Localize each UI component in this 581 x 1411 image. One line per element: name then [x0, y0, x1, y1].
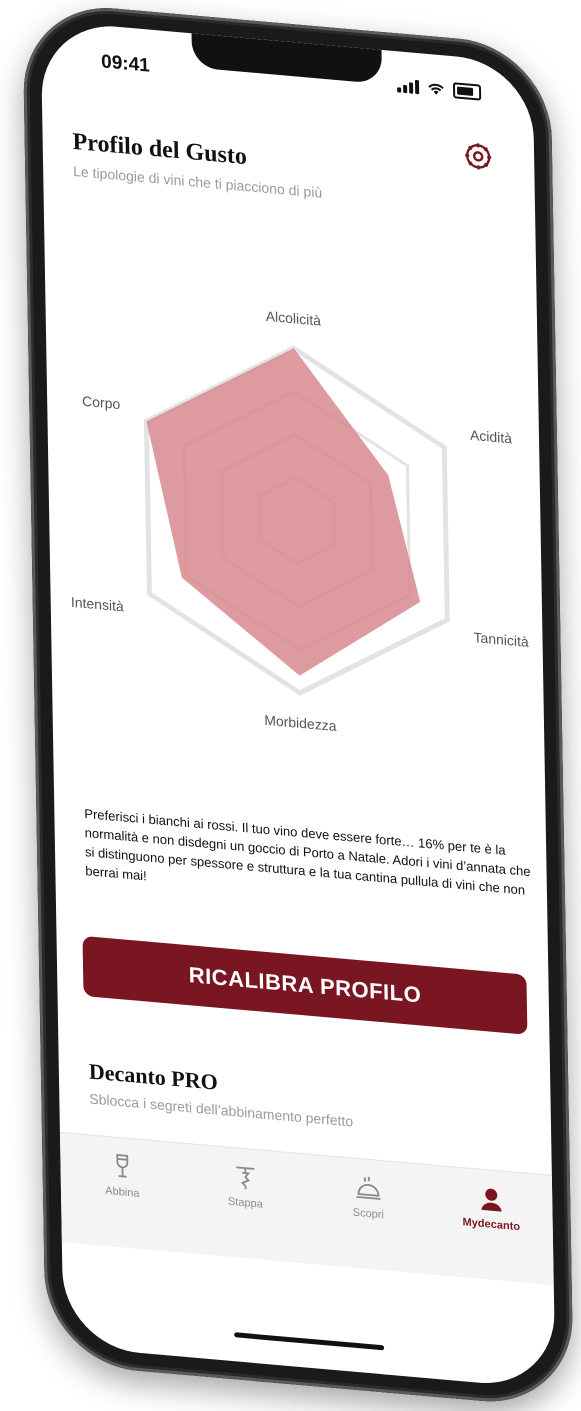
wine-glass-icon — [115, 1153, 128, 1178]
tab-abbina[interactable]: Abbina — [72, 1148, 174, 1252]
taste-radar-chart: Alcolicità Acidità Tannicità Morbidezza Inte… — [71, 308, 529, 734]
status-time: 09:41 — [100, 51, 150, 77]
wifi-icon — [428, 83, 444, 95]
profile-description: Preferisci i bianchi ai rossi. Il tuo vi… — [84, 805, 531, 898]
tab-mydecanto[interactable]: Mydecanto — [441, 1180, 543, 1284]
recalibrate-profile-button[interactable]: RICALIBRA PROFILO — [82, 935, 528, 1035]
app-screen: 09:41 Profilo del Gusto Le tipologie di … — [40, 20, 556, 1390]
radar-axis-label: Tannicità — [473, 629, 529, 650]
pro-title[interactable]: Decanto PRO — [89, 1058, 218, 1095]
radar-axis-label: Corpo — [82, 393, 121, 412]
page-subtitle: Le tipologie di vini che ti piacciono di… — [72, 162, 323, 201]
radar-axis-label: Alcolicità — [266, 308, 322, 329]
notch — [191, 33, 383, 84]
radar-axis-label: Morbidezza — [264, 712, 337, 734]
corkscrew-icon — [235, 1166, 254, 1190]
phone-frame: 09:41 Profilo del Gusto Le tipologie di … — [22, 0, 574, 1409]
status-icons — [397, 77, 482, 101]
tab-stappa[interactable]: Stappa — [195, 1159, 297, 1263]
radar-axis-label: Acidità — [470, 427, 512, 447]
battery-icon — [452, 82, 482, 101]
radar-axis-label: Intensità — [71, 594, 124, 615]
tab-label: Mydecanto — [462, 1216, 521, 1234]
tab-scopri[interactable]: Scopri — [318, 1169, 420, 1273]
pro-subtitle: Sblocca i segreti dell’abbinamento perfe… — [89, 1090, 354, 1130]
taste-profile-area — [146, 348, 421, 676]
bottom-tab-bar: Abbina Stappa Scopri Mydecanto — [59, 1131, 554, 1286]
signal-icon — [397, 78, 420, 95]
settings-gear-icon[interactable] — [462, 139, 495, 174]
user-icon — [481, 1188, 502, 1212]
cloche-icon — [356, 1176, 381, 1200]
tab-label: Stappa — [227, 1195, 263, 1211]
home-indicator[interactable] — [234, 1332, 385, 1351]
tab-label: Scopri — [352, 1206, 385, 1222]
tab-label: Abbina — [105, 1184, 140, 1200]
